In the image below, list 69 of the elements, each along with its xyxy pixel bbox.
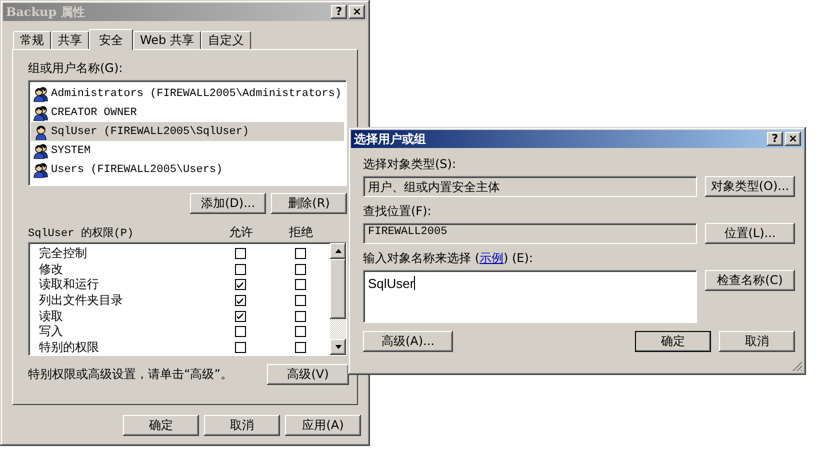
allow-checkbox[interactable] [234, 248, 246, 260]
tab[interactable]: 安全 [89, 29, 133, 50]
permission-name: 列出文件夹目录 [39, 292, 124, 310]
close-button[interactable]: × [785, 132, 801, 146]
window-title: Backup 属性 [6, 4, 85, 20]
dialog-button[interactable]: 应用(A) [285, 415, 361, 436]
tab[interactable]: 常规 [13, 31, 51, 49]
permission-name: 写入 [39, 323, 64, 340]
advanced-button[interactable]: 高级(V) [267, 364, 349, 385]
permission-name: 读取和运行 [39, 276, 100, 294]
permission-name: 完全控制 [39, 245, 88, 262]
deny-header: 拒绝 [288, 224, 314, 240]
allow-checkbox[interactable] [234, 326, 246, 338]
down-arrow-icon [334, 345, 342, 349]
remove-button[interactable]: 删除(R) [271, 193, 347, 214]
allow-checkbox[interactable] [234, 279, 246, 290]
tab[interactable]: Web 共享 [133, 31, 201, 49]
deny-checkbox[interactable] [294, 248, 306, 260]
user-icon [33, 124, 49, 140]
permissions-label: SqlUser 的权限(P) [28, 226, 135, 240]
cancel-button[interactable]: 取消 [719, 331, 795, 352]
object-type-label: 选择对象类型(S): [363, 156, 458, 173]
advanced-button[interactable]: 高级(A)... [363, 331, 453, 352]
object-types-button[interactable]: 对象类型(O)... [705, 176, 795, 197]
deny-checkbox[interactable] [294, 342, 306, 353]
allow-checkbox[interactable] [234, 295, 246, 306]
user-list-item[interactable]: CREATOR OWNER [31, 103, 344, 122]
up-arrow-icon [334, 249, 342, 253]
object-names-field[interactable]: SqlUser [363, 270, 697, 323]
locations-button[interactable]: 位置(L)... [705, 223, 795, 244]
check-names-button[interactable]: 检查名称(C) [705, 270, 795, 291]
tab[interactable]: 共享 [51, 31, 89, 49]
deny-checkbox[interactable] [294, 310, 306, 322]
help-button[interactable]: ? [767, 132, 783, 146]
tab[interactable]: 自定义 [200, 31, 251, 49]
scrollbar[interactable] [330, 243, 346, 355]
add-button[interactable]: 添加(D)... [190, 193, 266, 214]
deny-checkbox[interactable] [294, 295, 306, 306]
user-list-item[interactable]: Administrators (FIREWALL2005\Administrators) [31, 84, 344, 103]
resize-grip-icon [791, 360, 803, 372]
object-names-label: 输入对象名称来选择 (示例) (E): [363, 250, 534, 267]
location-field: FIREWALL2005 [363, 223, 697, 244]
user-list-item[interactable]: Users (FIREWALL2005\Users) [31, 160, 344, 179]
deny-checkbox[interactable] [294, 279, 306, 290]
ok-button[interactable]: 确定 [635, 331, 711, 352]
window-title: 选择用户或组 [354, 130, 426, 148]
object-type-field: 用户、组或内置安全主体 [363, 176, 697, 197]
permission-name: 特别的权限 [39, 338, 100, 356]
scrollbar-thumb[interactable] [330, 259, 346, 319]
user-list-item[interactable]: SYSTEM [31, 141, 344, 160]
deny-checkbox[interactable] [294, 264, 306, 275]
dialog-button[interactable]: 确定 [123, 415, 199, 436]
permission-name: 修改 [39, 260, 64, 278]
allow-checkbox[interactable] [234, 342, 246, 353]
dialog-button[interactable]: 取消 [204, 415, 280, 436]
user-list-item[interactable]: SqlUser (FIREWALL2005\SqlUser) [31, 122, 344, 141]
allow-checkbox[interactable] [234, 264, 246, 275]
location-label: 查找位置(F): [363, 203, 432, 220]
examples-link[interactable]: 示例 [480, 251, 504, 265]
advanced-hint: 特别权限或高级设置，请单击“高级”。 [28, 366, 232, 383]
allow-checkbox[interactable] [234, 310, 246, 322]
allow-header: 允许 [228, 224, 254, 240]
user-group-icon [33, 142, 49, 158]
users-label: 组或用户名称(G): [28, 60, 124, 77]
permission-name: 读取 [39, 308, 64, 325]
user-group-icon [33, 104, 49, 120]
user-group-icon [33, 86, 49, 102]
user-group-icon [33, 162, 49, 178]
deny-checkbox[interactable] [294, 326, 306, 338]
